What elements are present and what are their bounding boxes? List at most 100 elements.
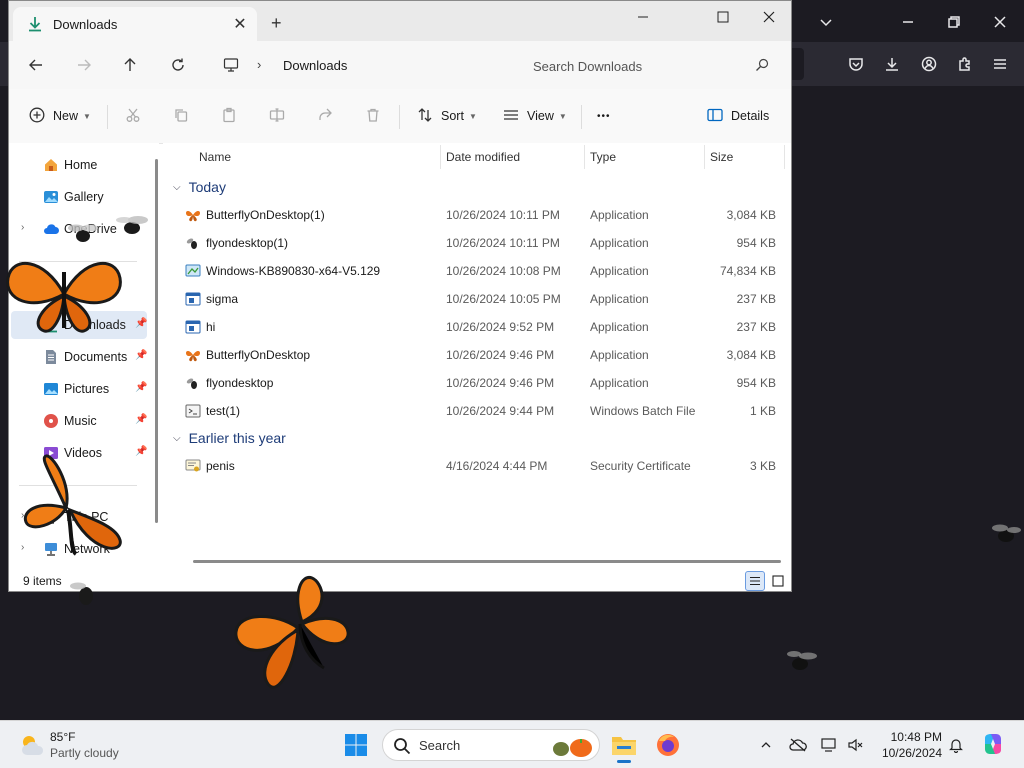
gallery-icon [43, 189, 59, 205]
column-header-size[interactable]: Size [710, 150, 733, 164]
search-box[interactable] [521, 49, 779, 81]
extensions-icon[interactable] [951, 50, 979, 78]
column-header-type[interactable]: Type [590, 150, 616, 164]
share-button[interactable] [317, 105, 333, 127]
breadcrumb-separator[interactable]: › [257, 57, 261, 72]
close-button[interactable] [749, 7, 789, 27]
pocket-icon[interactable] [842, 50, 870, 78]
hamburger-menu-icon[interactable] [986, 50, 1014, 78]
notification-bell-icon[interactable] [946, 735, 966, 755]
sidebar-item-onedrive[interactable]: › OneDrive [11, 215, 147, 243]
weather-description[interactable]: Partly cloudy [50, 746, 119, 760]
column-divider[interactable] [440, 145, 441, 169]
table-row[interactable]: flyondesktop 10/26/2024 9:46 PM Applicat… [163, 369, 791, 397]
horizontal-scrollbar[interactable] [193, 560, 781, 563]
back-button[interactable] [23, 53, 49, 77]
minimize-button[interactable] [623, 7, 663, 27]
table-row[interactable]: flyondesktop(1) 10/26/2024 10:11 PM Appl… [163, 229, 791, 257]
weather-temperature[interactable]: 85°F [50, 730, 75, 744]
sidebar-item-this-pc[interactable]: › This PC [11, 503, 147, 531]
breadcrumb-current[interactable]: Downloads [283, 58, 347, 73]
file-size: 3 KB [749, 459, 776, 473]
taskbar-firefox[interactable] [652, 729, 684, 761]
network-icon [43, 541, 59, 557]
cut-button[interactable] [125, 105, 141, 127]
file-date: 10/26/2024 10:05 PM [446, 292, 561, 306]
tiles-view-button[interactable] [768, 571, 788, 591]
downloads-icon [43, 317, 59, 333]
table-row[interactable]: sigma 10/26/2024 10:05 PM Application 23… [163, 285, 791, 313]
certificate-icon [185, 458, 201, 474]
firefox-icon [657, 734, 679, 756]
breadcrumb[interactable]: › Downloads [211, 49, 509, 81]
column-divider[interactable] [584, 145, 585, 169]
partly-cloudy-icon[interactable] [18, 731, 46, 762]
sidebar-item-downloads[interactable]: Downloads 📌 [11, 311, 147, 339]
browser-urlbar[interactable] [790, 48, 804, 80]
sidebar-item-gallery[interactable]: Gallery [11, 183, 147, 211]
expand-chevron-icon[interactable]: › [21, 222, 24, 233]
view-button[interactable]: View ▼ [503, 105, 567, 127]
search-icon[interactable] [755, 58, 769, 75]
table-row[interactable]: hi 10/26/2024 9:52 PM Application 237 KB [163, 313, 791, 341]
search-input[interactable] [531, 55, 745, 77]
file-type: Security Certificate [590, 459, 691, 473]
navigation-scrollbar[interactable] [155, 159, 158, 523]
column-divider[interactable] [784, 145, 785, 169]
share-icon [317, 107, 333, 126]
expand-chevron-icon[interactable]: › [21, 510, 24, 521]
clock-time[interactable]: 10:48 PM [878, 730, 942, 744]
sidebar-item-pictures[interactable]: Pictures 📌 [11, 375, 147, 403]
group-header-earlier-this-year[interactable]: ⌵ Earlier this year [173, 427, 286, 449]
show-hidden-icons-chevron-icon[interactable] [756, 735, 776, 755]
details-pane-button[interactable]: Details [707, 105, 769, 127]
tab-downloads[interactable]: Downloads ✕ [13, 7, 257, 41]
clipboard-icon [221, 107, 237, 126]
windows-start-icon[interactable] [344, 733, 368, 760]
sidebar-item-videos[interactable]: Videos 📌 [11, 439, 147, 467]
onedrive-offline-icon[interactable] [788, 735, 808, 755]
tab-list-chevron-icon[interactable] [812, 8, 840, 36]
table-row[interactable]: ButterflyOnDesktop 10/26/2024 9:46 PM Ap… [163, 341, 791, 369]
copilot-icon[interactable] [980, 731, 1006, 757]
sidebar-item-home[interactable]: Home [11, 151, 147, 179]
new-tab-button[interactable]: + [271, 13, 282, 34]
browser-restore-button[interactable] [940, 8, 968, 36]
new-button[interactable]: New ▼ [29, 105, 91, 127]
command-separator [107, 105, 108, 129]
forward-button[interactable] [71, 53, 97, 77]
table-row[interactable]: penis 4/16/2024 4:44 PM Security Certifi… [163, 452, 791, 480]
browser-close-button[interactable] [986, 8, 1014, 36]
browser-minimize-button[interactable] [894, 8, 922, 36]
downloads-icon[interactable] [878, 50, 906, 78]
table-row[interactable]: ButterflyOnDesktop(1) 10/26/2024 10:11 P… [163, 201, 791, 229]
refresh-button[interactable] [165, 53, 191, 77]
column-divider[interactable] [704, 145, 705, 169]
group-header-today[interactable]: ⌵ Today [173, 176, 226, 198]
maximize-button[interactable] [703, 7, 743, 27]
sidebar-item-music[interactable]: Music 📌 [11, 407, 147, 435]
more-options-button[interactable]: ••• [597, 105, 611, 127]
table-row[interactable]: test(1) 10/26/2024 9:44 PM Windows Batch… [163, 397, 791, 425]
sort-button[interactable]: Sort ▼ [417, 105, 477, 127]
sidebar-item-network[interactable]: › Network [11, 535, 147, 563]
account-icon[interactable] [915, 50, 943, 78]
table-row[interactable]: Windows-KB890830-x64-V5.129 10/26/2024 1… [163, 257, 791, 285]
details-view-button[interactable] [745, 571, 765, 591]
taskbar-file-explorer[interactable] [608, 729, 640, 763]
column-header-name[interactable]: Name [199, 150, 231, 164]
paste-button[interactable] [221, 105, 237, 127]
rename-button[interactable] [269, 105, 285, 127]
taskbar-search-box[interactable]: Search [382, 729, 600, 761]
expand-chevron-icon[interactable]: › [21, 542, 24, 553]
tab-close-button[interactable]: ✕ [229, 13, 251, 35]
sidebar-item-label: This PC [64, 510, 109, 524]
delete-button[interactable] [365, 105, 381, 127]
clock-date[interactable]: 10/26/2024 [878, 746, 942, 760]
copy-button[interactable] [173, 105, 189, 127]
network-icon[interactable] [820, 735, 840, 755]
up-button[interactable] [117, 53, 143, 77]
sidebar-item-documents[interactable]: Documents 📌 [11, 343, 147, 371]
column-header-date[interactable]: Date modified [446, 150, 520, 164]
volume-muted-icon[interactable] [845, 735, 865, 755]
